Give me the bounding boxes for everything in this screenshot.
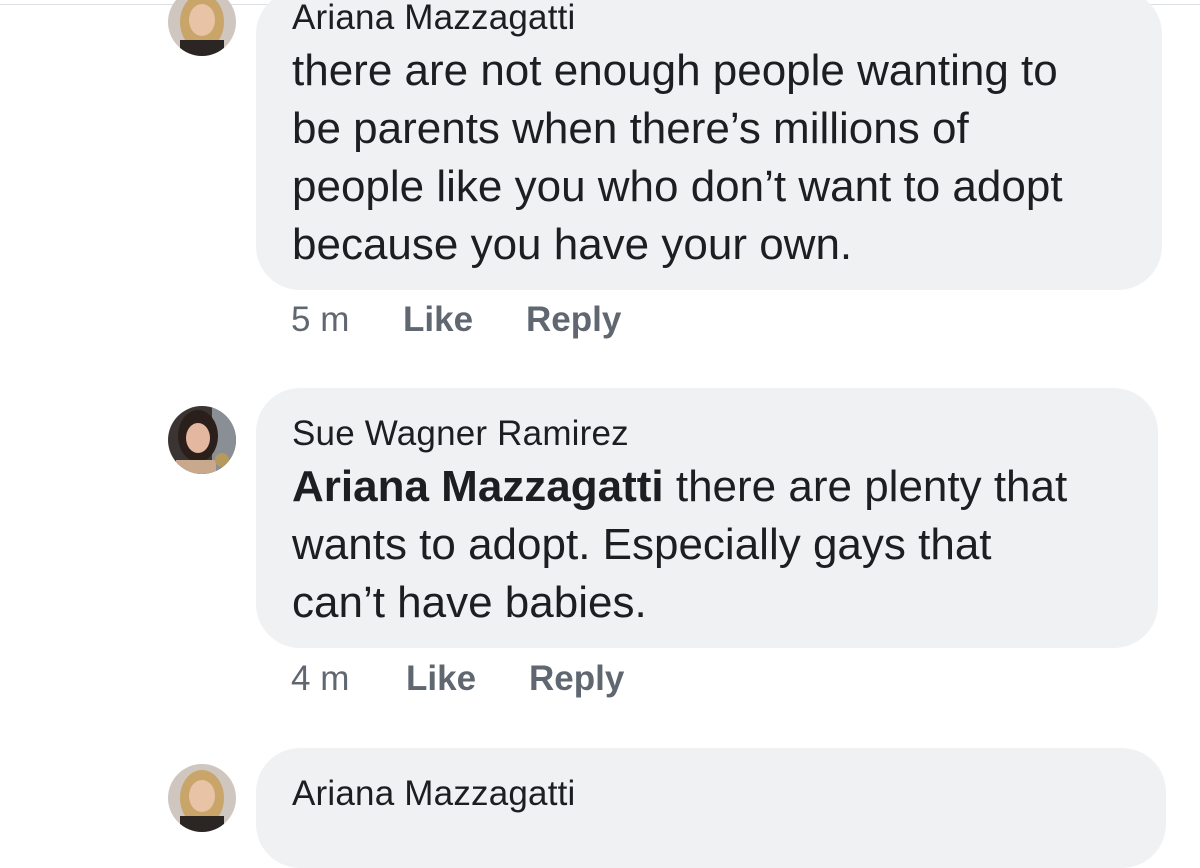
comment-author[interactable]: Ariana Mazzagatti (292, 0, 1128, 38)
avatar-sue-wagner-ramirez[interactable] (168, 406, 236, 474)
reply-button[interactable]: Reply (529, 659, 624, 699)
avatar-image (168, 0, 236, 56)
like-button[interactable]: Like (406, 659, 476, 699)
mention-link[interactable]: Ariana Mazzagatti (292, 462, 664, 511)
reply-button[interactable]: Reply (526, 300, 621, 340)
comment-time: 5 m (291, 300, 350, 339)
comment-bubble: Ariana Mazzagatti there are not enough p… (256, 0, 1162, 290)
avatar-ariana-mazzagatti[interactable] (168, 764, 236, 832)
comment-text: there are not enough people wanting to b… (292, 46, 1063, 269)
avatar-ariana-mazzagatti[interactable] (168, 0, 236, 56)
comment-author[interactable]: Ariana Mazzagatti (292, 774, 1132, 814)
comment-author[interactable]: Sue Wagner Ramirez (292, 414, 1124, 454)
comment-bubble: Ariana Mazzagatti (256, 748, 1166, 868)
comment-text: Ariana Mazzagatti there are plenty that … (292, 458, 1124, 632)
comment-bubble: Sue Wagner Ramirez Ariana Mazzagatti the… (256, 388, 1158, 648)
comment-time: 4 m (291, 659, 350, 698)
avatar-image (168, 764, 236, 832)
avatar-image (168, 406, 236, 474)
like-button[interactable]: Like (403, 300, 473, 340)
